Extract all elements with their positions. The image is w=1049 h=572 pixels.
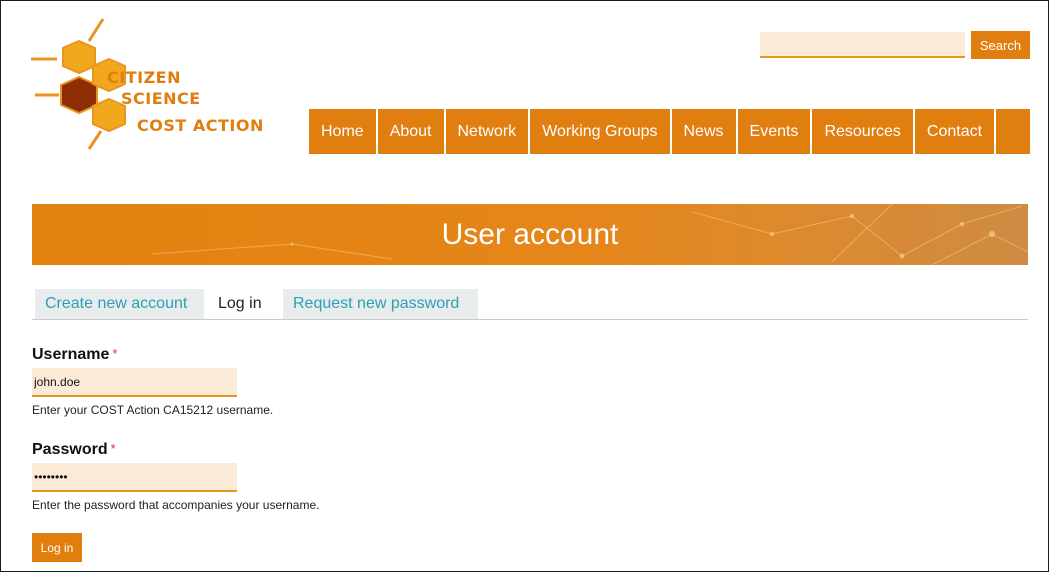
tab-log-in[interactable]: Log in [208, 289, 278, 319]
password-description: Enter the password that accompanies your… [32, 498, 320, 512]
password-label: Password * [32, 441, 116, 459]
required-marker: * [112, 346, 118, 361]
nav-item-network[interactable]: Network [446, 109, 531, 154]
username-description: Enter your COST Action CA15212 username. [32, 403, 274, 417]
nav-item-working-groups[interactable]: Working Groups [530, 109, 672, 154]
required-marker: * [110, 441, 116, 456]
logo-text-citizen: CITIZEN [107, 68, 181, 87]
main-nav: Home About Network Working Groups News E… [309, 109, 1030, 154]
password-label-text: Password [32, 441, 108, 458]
nav-item-contact[interactable]: Contact [915, 109, 997, 154]
password-input[interactable] [32, 463, 237, 492]
logo-text-cost-action: COST ACTION [137, 116, 264, 135]
page-frame: CITIZEN SCIENCE COST ACTION Search Home … [0, 0, 1049, 572]
nav-item-news[interactable]: News [672, 109, 738, 154]
nav-item-about[interactable]: About [378, 109, 446, 154]
tab-create-new-account[interactable]: Create new account [35, 289, 204, 319]
page-banner: User account [32, 204, 1028, 265]
logo-text-science: SCIENCE [121, 89, 201, 108]
username-label-text: Username [32, 346, 110, 363]
login-submit-button[interactable]: Log in [32, 533, 82, 562]
search-input[interactable] [760, 32, 965, 58]
tab-request-new-password[interactable]: Request new password [283, 289, 478, 319]
search-button[interactable]: Search [971, 31, 1030, 59]
nav-item-events[interactable]: Events [738, 109, 813, 154]
account-tabs: Create new account Log in Request new pa… [32, 289, 1028, 320]
nav-item-home[interactable]: Home [309, 109, 378, 154]
site-logo[interactable]: CITIZEN SCIENCE COST ACTION [31, 15, 291, 155]
username-input[interactable] [32, 368, 237, 397]
username-label: Username * [32, 346, 117, 364]
page-title: User account [441, 218, 619, 251]
nav-item-resources[interactable]: Resources [812, 109, 915, 154]
